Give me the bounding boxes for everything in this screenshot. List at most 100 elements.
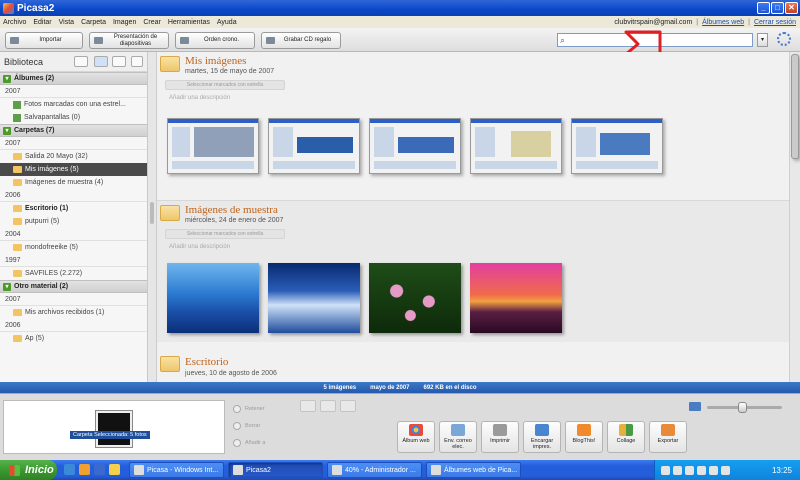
sidebar-item-mis-imagenes[interactable]: Mis imágenes (5) — [0, 163, 147, 176]
tray-icon[interactable] — [697, 465, 706, 475]
menu-archivo[interactable]: Archivo — [3, 19, 26, 26]
email-button[interactable]: Env. correo elec. — [439, 421, 477, 453]
menu-imagen[interactable]: Imagen — [113, 19, 136, 26]
menu-bar: Archivo Editar Vista Carpeta Imagen Crea… — [0, 16, 800, 28]
photo-blue-hills[interactable] — [167, 263, 259, 333]
flat-view-button[interactable] — [94, 56, 108, 67]
clear-button[interactable]: Borrar — [229, 417, 291, 434]
slider-knob[interactable] — [738, 402, 747, 413]
messenger-icon[interactable] — [109, 464, 120, 475]
sidebar-item-mondofreeike[interactable]: mondofreeike (5) — [0, 241, 147, 254]
sidebar-item-screensaver[interactable]: Salvapantallas (0) — [0, 111, 147, 124]
burn-cd-button[interactable]: Grabar CD regalo — [261, 32, 341, 49]
slideshow-button[interactable]: Presentación de diapositivas — [89, 32, 169, 49]
photo-sunset[interactable] — [470, 263, 562, 333]
import-button[interactable]: Importar — [5, 32, 83, 49]
albums-group[interactable]: ▾ Álbumes (2) — [0, 72, 147, 85]
view-options-dropdown[interactable] — [131, 56, 143, 67]
thumbnail-size-slider[interactable] — [707, 402, 782, 413]
tray-icon[interactable] — [673, 465, 682, 475]
blogger-icon — [577, 424, 591, 436]
web-album-button[interactable]: Álbum web — [397, 421, 435, 453]
menu-crear[interactable]: Crear — [143, 19, 161, 26]
photo-water-lilies[interactable] — [369, 263, 461, 333]
window-icon — [431, 465, 441, 475]
sidebar-item-recibidos[interactable]: Mis archivos recibidos (1) — [0, 306, 147, 319]
section-title[interactable]: Mis imágenes — [185, 55, 246, 67]
section-title[interactable]: Escritorio — [185, 356, 228, 368]
ie-icon[interactable] — [64, 464, 75, 475]
task-picasa2[interactable]: Picasa2 — [228, 462, 323, 478]
hold-button[interactable]: Retener — [229, 400, 291, 417]
sidebar-item-escritorio[interactable]: Escritorio (1) — [0, 202, 147, 215]
sidebar-item-muestra[interactable]: Imágenes de muestra (4) — [0, 176, 147, 189]
section-mis-imagenes: Mis imágenes martes, 15 de mayo de 2007 … — [157, 52, 789, 200]
task-admin[interactable]: 40% - Administrador ... — [327, 462, 422, 478]
quick-launch — [64, 464, 120, 475]
vertical-scrollbar[interactable] — [789, 52, 800, 382]
sidebar-item-starred[interactable]: Fotos marcadas con una estrel... — [0, 98, 147, 111]
order-prints-icon — [535, 424, 549, 436]
order-prints-button[interactable]: Encargar impres. — [523, 421, 561, 453]
tray-icon[interactable] — [661, 465, 670, 475]
search-options-dropdown[interactable]: ▾ — [757, 33, 768, 47]
select-starred-button[interactable]: Seleccionar marcados con estrella — [165, 229, 285, 239]
add-to-button[interactable]: Añadir a — [229, 434, 291, 451]
export-button[interactable]: Exportar — [649, 421, 687, 453]
scrollbar-thumb[interactable] — [791, 54, 799, 159]
task-picasa-ie[interactable]: Picasa - Windows Int... — [129, 462, 224, 478]
select-starred-button[interactable]: Seleccionar marcados con estrella — [165, 80, 285, 90]
selection-thumbnail[interactable] — [96, 411, 132, 447]
timeline-icon — [180, 37, 189, 44]
sidebar-item-putpurri[interactable]: putpurri (5) — [0, 215, 147, 228]
menu-carpeta[interactable]: Carpeta — [81, 19, 106, 26]
collapse-icon: ▾ — [3, 282, 11, 291]
start-button[interactable]: Inicio — [0, 460, 57, 480]
menu-herramientas[interactable]: Herramientas — [168, 19, 210, 26]
rotate-right-icon[interactable] — [340, 400, 356, 412]
collage-button[interactable]: Collage — [607, 421, 645, 453]
thumbnail[interactable] — [369, 118, 461, 174]
thumbnail[interactable] — [470, 118, 562, 174]
menu-ayuda[interactable]: Ayuda — [217, 19, 237, 26]
tray-icon[interactable] — [685, 465, 694, 475]
rotate-left-icon[interactable] — [320, 400, 336, 412]
sign-out-link[interactable]: Cerrar sesión — [754, 19, 796, 26]
media-icon[interactable] — [79, 464, 90, 475]
splitter-grip[interactable] — [150, 202, 154, 224]
add-album-button[interactable] — [74, 56, 88, 67]
maximize-button[interactable]: □ — [771, 2, 784, 14]
photo-winter[interactable] — [268, 263, 360, 333]
thumbnail[interactable] — [268, 118, 360, 174]
task-web-albums[interactable]: Álbumes web de Pica... — [426, 462, 521, 478]
tree-view-button[interactable] — [112, 56, 126, 67]
folders-group[interactable]: ▾ Carpetas (7) — [0, 124, 147, 137]
print-button[interactable]: Imprimir — [481, 421, 519, 453]
status-count: 5 imágenes — [323, 384, 357, 391]
volume-icon[interactable] — [721, 465, 730, 475]
search-icon: ⌕ — [560, 35, 566, 45]
sidebar-item-ap[interactable]: Ap (5) — [0, 332, 147, 345]
thumbnail[interactable] — [571, 118, 663, 174]
web-albums-link[interactable]: Álbumes web — [702, 19, 744, 26]
tray-icon[interactable] — [709, 465, 718, 475]
sidebar-splitter[interactable] — [148, 52, 157, 382]
blogthis-button[interactable]: BlogThis! — [565, 421, 603, 453]
close-button[interactable]: ✕ — [785, 2, 798, 14]
clock: 13:25 — [771, 465, 792, 475]
minimize-button[interactable]: _ — [757, 2, 770, 14]
thumbnail[interactable] — [167, 118, 259, 174]
sidebar-item-salida[interactable]: Salida 20 Mayo (32) — [0, 150, 147, 163]
sidebar-item-savfiles[interactable]: SAVFILES (2.272) — [0, 267, 147, 280]
section-title[interactable]: Imágenes de muestra — [185, 204, 278, 216]
add-description[interactable]: Añadir una descripción — [169, 95, 230, 101]
browser-icon[interactable] — [94, 464, 105, 475]
menu-editar[interactable]: Editar — [33, 19, 51, 26]
status-bar: 5 imágenes mayo de 2007 692 KB en el dis… — [0, 382, 800, 393]
cd-icon — [266, 37, 275, 44]
star-icon[interactable] — [300, 400, 316, 412]
add-description[interactable]: Añadir una descripción — [169, 244, 230, 250]
menu-vista[interactable]: Vista — [59, 19, 74, 26]
timeline-button[interactable]: Orden crono. — [175, 32, 255, 49]
other-group[interactable]: ▾ Otro material (2) — [0, 280, 147, 293]
